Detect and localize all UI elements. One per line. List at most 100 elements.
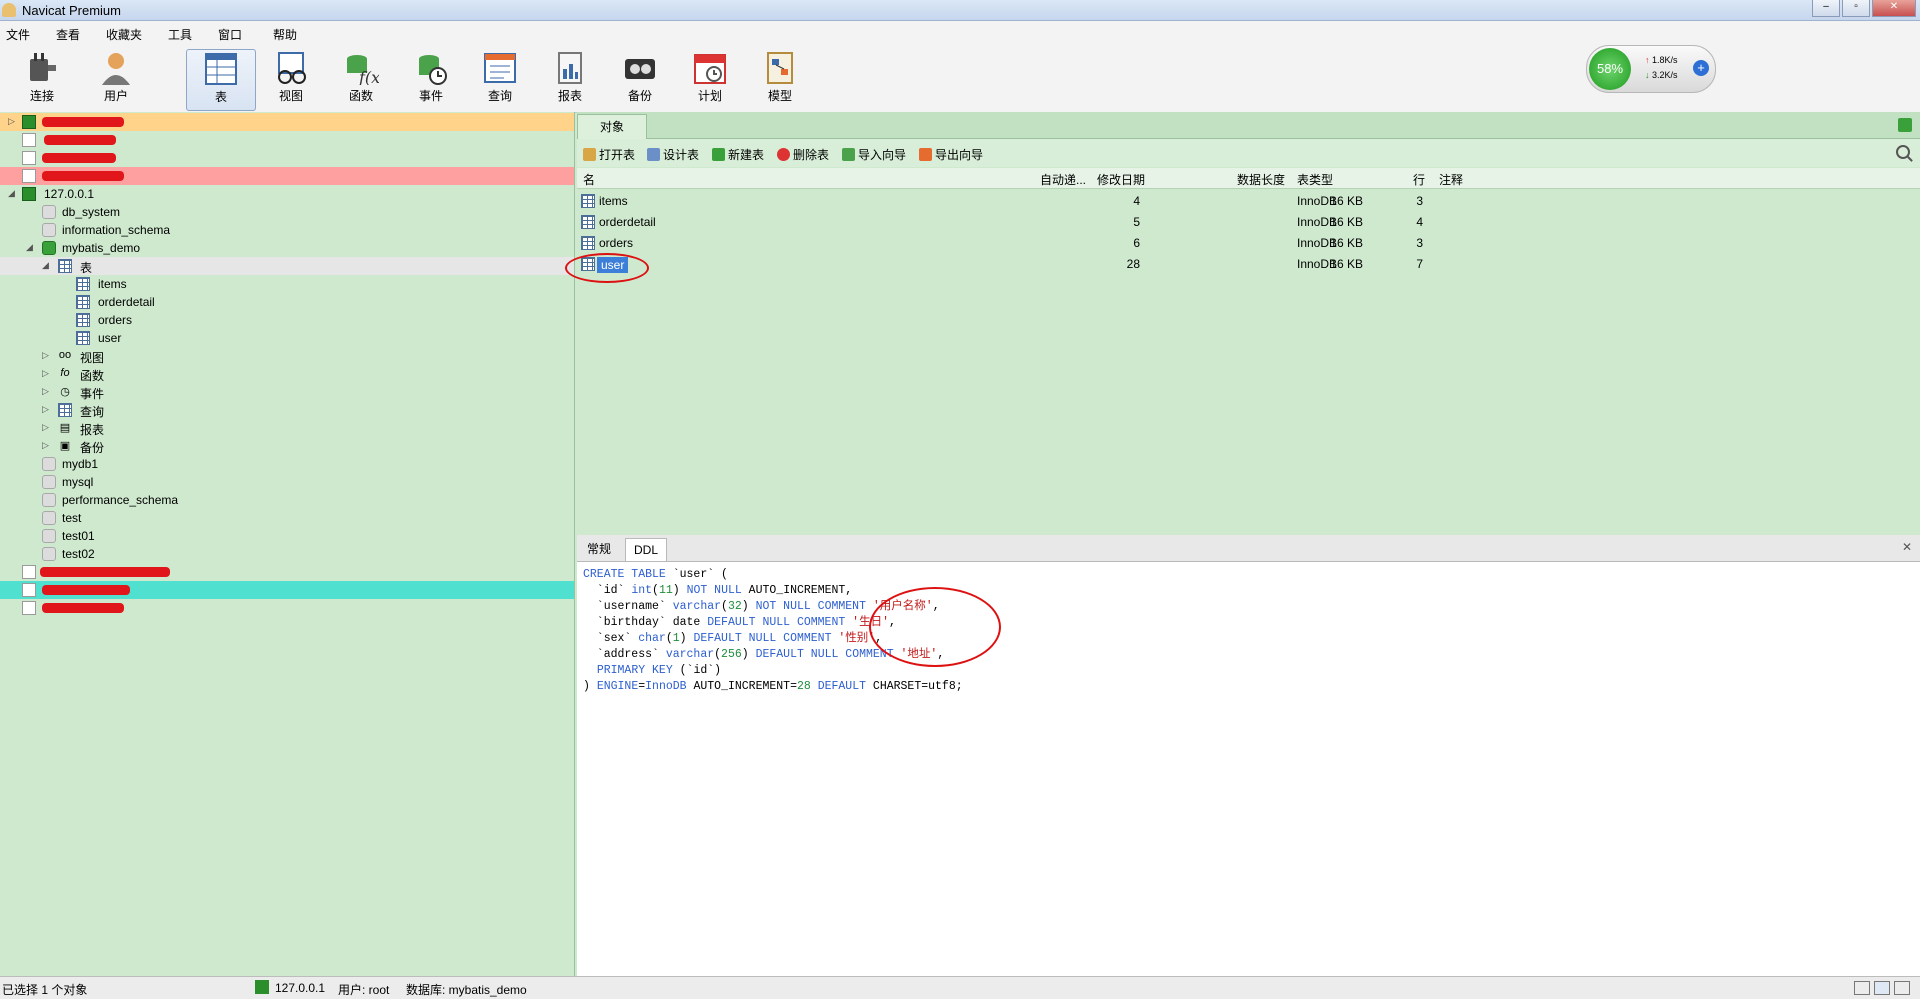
- toolbar-query-button[interactable]: 查询: [466, 49, 534, 109]
- row-name: items: [599, 194, 628, 208]
- database-icon: [42, 475, 56, 489]
- table-row[interactable]: items 4 16 KB InnoDB 3: [577, 191, 1920, 212]
- open-table-button[interactable]: 打开表: [583, 146, 635, 163]
- tab-objects[interactable]: 对象: [577, 114, 647, 139]
- collapsed-arrow-icon[interactable]: ▷: [42, 440, 49, 451]
- tree-connection-local[interactable]: ◢ 127.0.0.1: [0, 185, 574, 203]
- delete-table-icon: [777, 148, 790, 161]
- toolbar-report-button[interactable]: 报表: [536, 49, 604, 109]
- new-tab-icon[interactable]: [1898, 118, 1912, 132]
- tree-table-items[interactable]: items: [0, 275, 574, 293]
- toolbar-table-button[interactable]: 表: [186, 49, 256, 111]
- menu-window[interactable]: 窗口: [218, 26, 242, 43]
- table-row[interactable]: orders 6 16 KB InnoDB 3: [577, 233, 1920, 254]
- network-plus-icon[interactable]: +: [1693, 60, 1709, 76]
- list-view-icon[interactable]: [1854, 981, 1870, 995]
- network-usage-percent: 58%: [1589, 48, 1631, 90]
- tree-connection-redacted-5[interactable]: [0, 563, 574, 581]
- toolbar-connect-button[interactable]: 连接: [8, 49, 76, 109]
- tree-db-db_system[interactable]: db_system: [0, 203, 574, 221]
- toolbar-model-label: 模型: [767, 89, 792, 103]
- table-row-selected[interactable]: user 28 16 KB InnoDB 7: [577, 254, 1920, 275]
- menu-view[interactable]: 查看: [56, 26, 80, 43]
- tree-db-mysql[interactable]: mysql: [0, 473, 574, 491]
- detail-view-icon[interactable]: [1874, 981, 1890, 995]
- main-panel: 对象 打开表 设计表 新建表 删除表 导入向导 导出向导 名 自动递... 修改…: [565, 112, 1920, 976]
- collapsed-arrow-icon[interactable]: ▷: [42, 350, 49, 361]
- menu-tools[interactable]: 工具: [168, 26, 192, 43]
- table-row[interactable]: orderdetail 5 16 KB InnoDB 4: [577, 212, 1920, 233]
- tab-ddl[interactable]: DDL: [625, 538, 668, 561]
- col-modified-date[interactable]: 修改日期: [1097, 171, 1145, 188]
- expanded-arrow-icon[interactable]: ◢: [8, 188, 15, 199]
- tree-group-functions[interactable]: ▷ fo 函数: [0, 365, 574, 383]
- toolbar-query-label: 查询: [487, 89, 512, 103]
- tree-connection-redacted-7[interactable]: [0, 599, 574, 617]
- tree-connection-redacted-6[interactable]: [0, 581, 574, 599]
- tree-db-information_schema[interactable]: information_schema: [0, 221, 574, 239]
- tree-table-user[interactable]: user: [0, 329, 574, 347]
- col-engine[interactable]: 表类型: [1297, 171, 1333, 188]
- maximize-button[interactable]: ▫: [1842, 0, 1870, 17]
- new-table-button[interactable]: 新建表: [712, 146, 764, 163]
- menu-favorites[interactable]: 收藏夹: [106, 26, 142, 43]
- tree-group-queries[interactable]: ▷ 查询: [0, 401, 574, 419]
- tree-connection-redacted-2[interactable]: [0, 131, 574, 149]
- menu-help[interactable]: 帮助: [273, 26, 297, 43]
- grid-view-icon[interactable]: [1894, 981, 1910, 995]
- col-auto-increment[interactable]: 自动递...: [1040, 171, 1086, 188]
- tree-db-test02[interactable]: test02: [0, 545, 574, 563]
- tree-connection-redacted-1[interactable]: ▷: [0, 113, 574, 131]
- toolbar-model-button[interactable]: 模型: [746, 49, 814, 109]
- toolbar-user-button[interactable]: 用户: [82, 49, 150, 109]
- tree-table-orders[interactable]: orders: [0, 311, 574, 329]
- toolbar-event-button[interactable]: 事件: [397, 49, 465, 109]
- minimize-button[interactable]: –: [1812, 0, 1840, 17]
- import-wizard-button[interactable]: 导入向导: [842, 146, 906, 163]
- tree-db-test[interactable]: test: [0, 509, 574, 527]
- tree-connection-redacted-3[interactable]: [0, 149, 574, 167]
- tree-connection-redacted-4[interactable]: [0, 167, 574, 185]
- object-list-header: 名 自动递... 修改日期 数据长度 表类型 行 注释: [577, 168, 1920, 189]
- toolbar-connect-label: 连接: [29, 89, 54, 103]
- delete-table-button[interactable]: 删除表: [777, 146, 829, 163]
- toolbar-backup-button[interactable]: 备份: [606, 49, 674, 109]
- redaction-mark: [42, 117, 124, 127]
- design-table-button[interactable]: 设计表: [647, 146, 699, 163]
- tree-db-mybatis_demo[interactable]: ◢ mybatis_demo: [0, 239, 574, 257]
- connection-icon: [22, 169, 36, 183]
- toolbar-function-button[interactable]: f(x) 函数: [327, 49, 395, 109]
- tree-group-events[interactable]: ▷ ◷ 事件: [0, 383, 574, 401]
- close-icon[interactable]: ✕: [1902, 540, 1912, 554]
- tree-table-orderdetail[interactable]: orderdetail: [0, 293, 574, 311]
- tab-general[interactable]: 常规: [579, 538, 619, 560]
- tree-group-views[interactable]: ▷ oo 视图: [0, 347, 574, 365]
- col-rows[interactable]: 行: [1413, 171, 1425, 188]
- col-comment[interactable]: 注释: [1439, 171, 1463, 188]
- tree-group-backups[interactable]: ▷ ▣ 备份: [0, 437, 574, 455]
- search-icon[interactable]: [1896, 145, 1910, 159]
- toolbar-view-label: 视图: [278, 89, 303, 103]
- close-button[interactable]: ✕: [1872, 0, 1916, 17]
- expanded-arrow-icon[interactable]: ◢: [42, 260, 49, 271]
- table-icon: [581, 194, 595, 208]
- tree-db-performance_schema[interactable]: performance_schema: [0, 491, 574, 509]
- function-icon: fo: [60, 367, 70, 379]
- expanded-arrow-icon[interactable]: ◢: [26, 242, 33, 253]
- tree-group-reports[interactable]: ▷ ▤ 报表: [0, 419, 574, 437]
- collapsed-arrow-icon[interactable]: ▷: [42, 422, 49, 433]
- toolbar-schedule-button[interactable]: 计划: [676, 49, 744, 109]
- tree-tables-node[interactable]: ◢ 表: [0, 257, 574, 275]
- collapsed-arrow-icon[interactable]: ▷: [42, 368, 49, 379]
- tree-db-test01[interactable]: test01: [0, 527, 574, 545]
- col-name[interactable]: 名: [583, 171, 595, 188]
- export-wizard-button[interactable]: 导出向导: [919, 146, 983, 163]
- collapsed-arrow-icon[interactable]: ▷: [42, 386, 49, 397]
- tree-db-mydb1[interactable]: mydb1: [0, 455, 574, 473]
- collapsed-arrow-icon[interactable]: ▷: [8, 116, 15, 127]
- network-speed-widget[interactable]: 58% ↑ 1.8K/s ↓ 3.2K/s +: [1586, 45, 1716, 93]
- col-data-length[interactable]: 数据长度: [1237, 171, 1285, 188]
- toolbar-view-button[interactable]: 视图: [257, 49, 325, 109]
- collapsed-arrow-icon[interactable]: ▷: [42, 404, 49, 415]
- menu-file[interactable]: 文件: [6, 26, 30, 43]
